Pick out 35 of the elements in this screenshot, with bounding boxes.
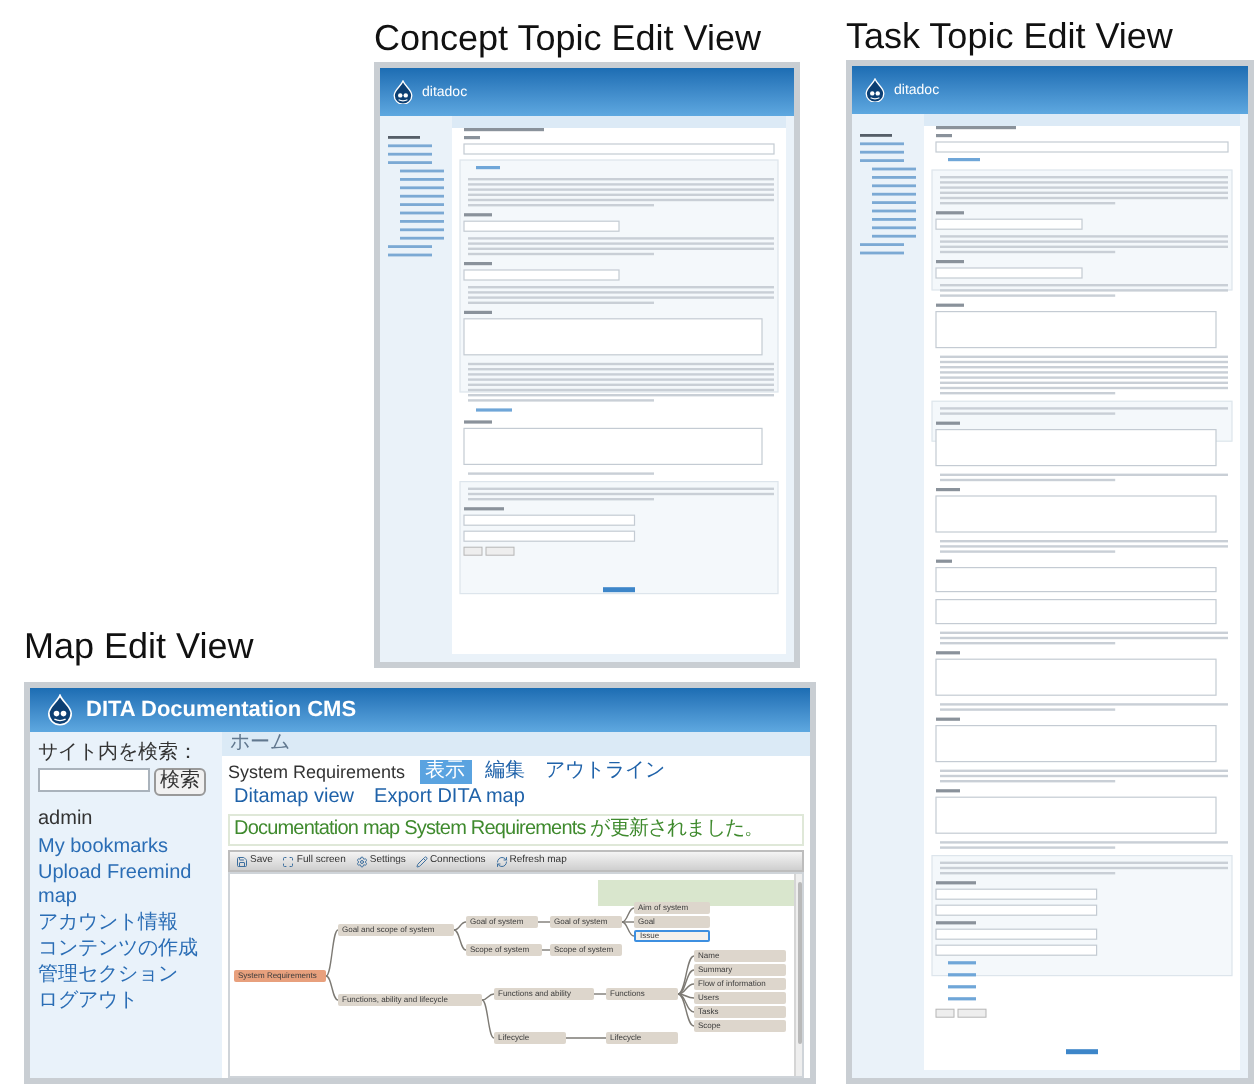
search-label: サイト内を検索： (38, 742, 200, 766)
page-tab[interactable]: Export DITA map (368, 786, 531, 810)
search-button[interactable]: 検索 (154, 768, 206, 796)
sidebar-menu-link[interactable]: ログアウト (38, 990, 214, 1014)
page-title: System Requirements (228, 763, 406, 781)
drop-logo-icon (392, 79, 414, 105)
view-caption: Map Edit View (24, 626, 254, 666)
scrollbar[interactable] (794, 874, 802, 1076)
connector-line (593, 993, 607, 995)
drop-logo-icon (864, 77, 886, 103)
sidebar-menu-link[interactable]: コンテンツの作成 (38, 938, 214, 962)
status-message: Documentation map System Requirements が更新されました。 (228, 814, 804, 846)
connector-line (537, 921, 551, 923)
page-tab[interactable]: 編集 (479, 760, 532, 784)
connector-line (541, 949, 551, 951)
gear-icon (355, 855, 368, 867)
refresh-icon (495, 855, 508, 867)
page-tab[interactable]: Ditamap view (228, 786, 361, 810)
drop-logo-icon (46, 694, 74, 726)
search-field[interactable] (38, 768, 150, 792)
connector-line (565, 1037, 607, 1039)
sidebar-menu-drawing (860, 134, 916, 256)
site-name: DITA Documentation CMS (86, 699, 357, 721)
view-caption: Concept Topic Edit View (374, 18, 763, 62)
breadcrumb-link[interactable]: ホーム (230, 734, 290, 754)
sidebar-menu-link[interactable]: Upload Freemind map (38, 862, 214, 910)
pencil-icon (415, 855, 428, 867)
sidebar-menu-link[interactable]: 管理セクション (38, 964, 214, 988)
user-name: admin (38, 810, 95, 830)
sidebar-menu-link[interactable]: アカウント情報 (38, 912, 214, 936)
sidebar-menu-link[interactable]: My bookmarks (38, 836, 214, 860)
page-tab[interactable]: アウトライン (539, 760, 672, 784)
sidebar-menu-drawing (388, 136, 444, 258)
view-caption: Task Topic Edit View (846, 16, 1175, 60)
save-icon (236, 855, 248, 867)
